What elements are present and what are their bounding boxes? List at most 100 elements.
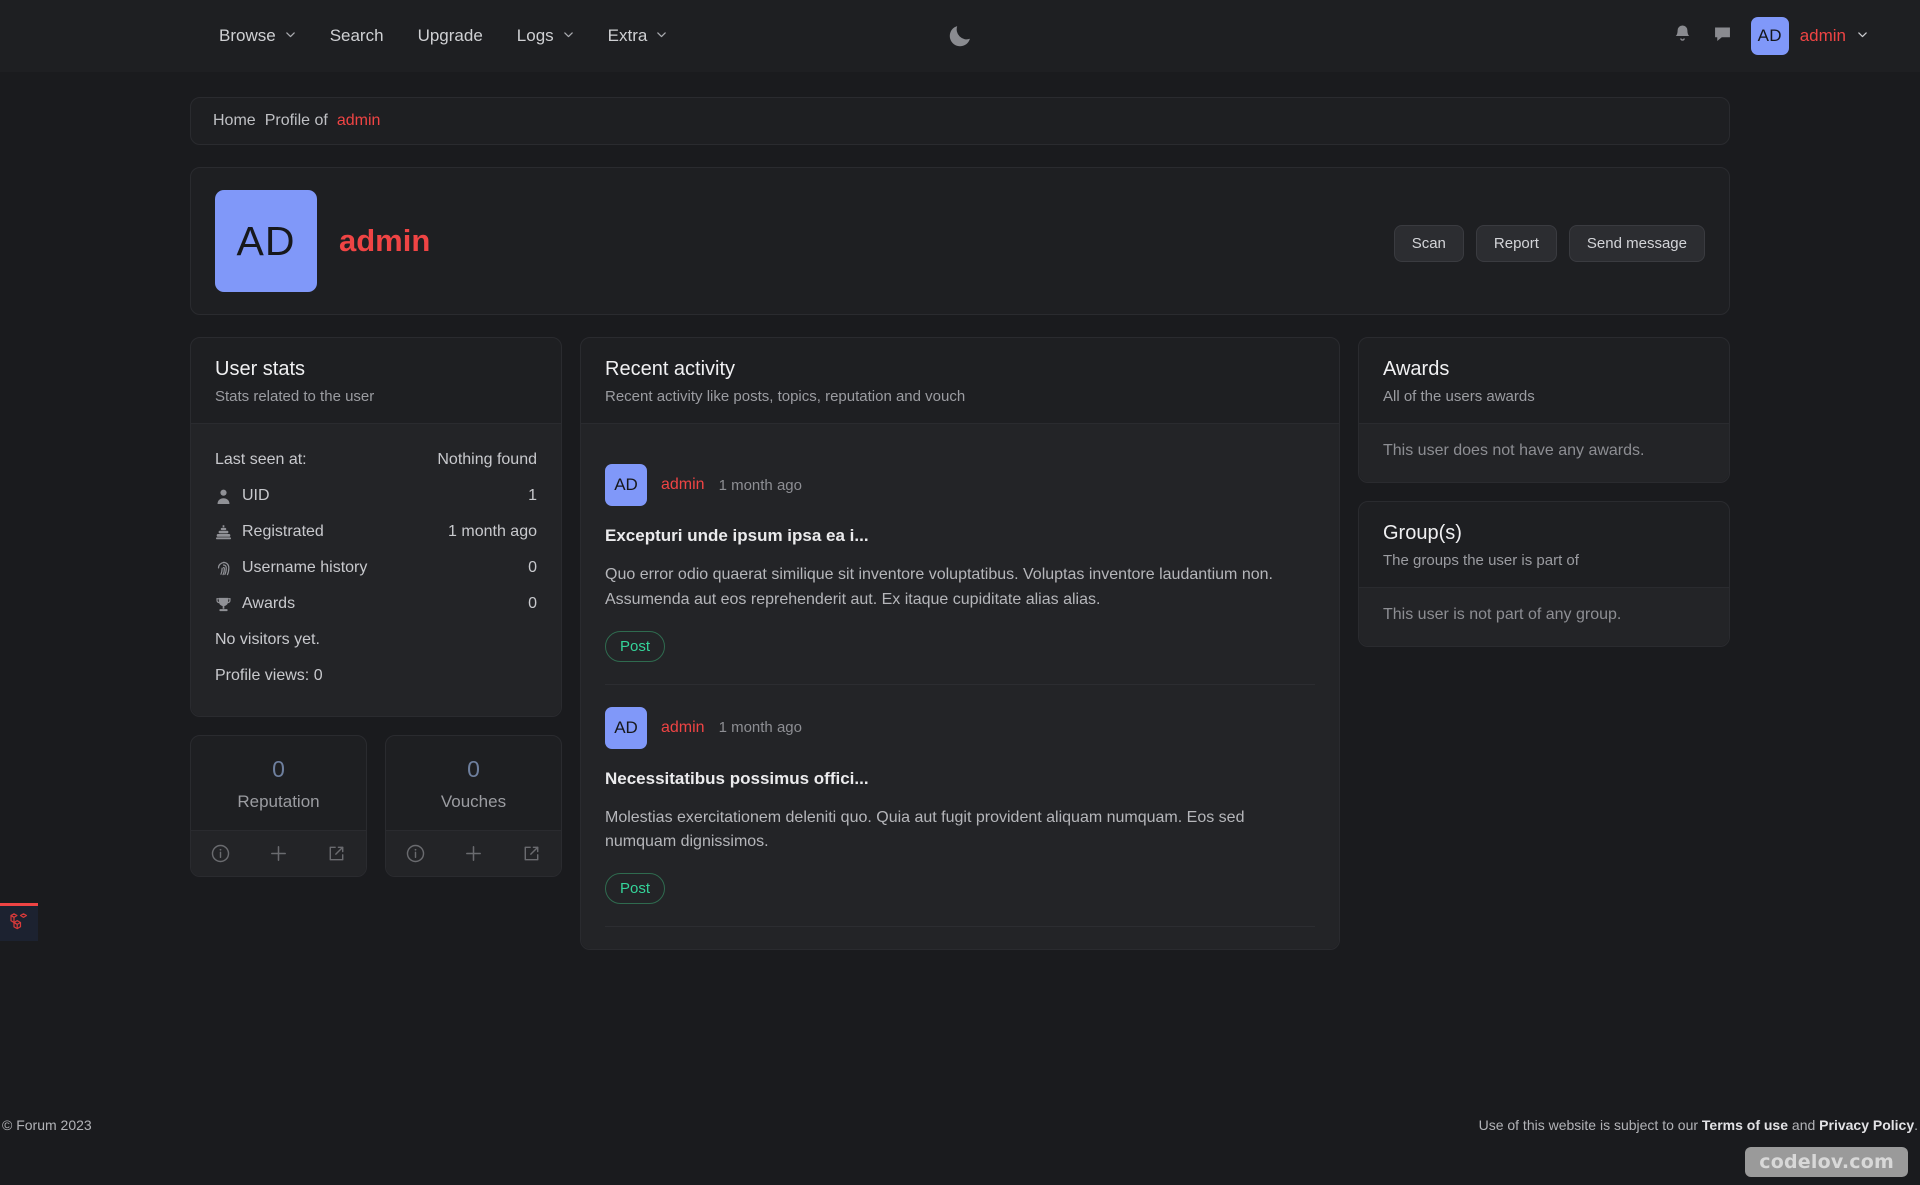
stat-value: 0 xyxy=(528,559,537,576)
activity-username[interactable]: admin xyxy=(661,476,705,494)
legal-join: and xyxy=(1788,1117,1820,1133)
external-link-icon[interactable] xyxy=(326,843,347,864)
stat-label-wrap: Registrated xyxy=(215,523,324,541)
card-subtitle: All of the users awards xyxy=(1383,388,1535,405)
nav-item-browse[interactable]: Browse xyxy=(205,18,310,54)
vouches-label: Vouches xyxy=(440,792,507,811)
primary-nav: Browse Search Upgrade Logs Extra xyxy=(205,18,681,54)
nav-item-logs[interactable]: Logs xyxy=(503,18,588,54)
legal-text: Use of this website is subject to our Te… xyxy=(1479,1117,1918,1133)
card-subtitle: The groups the user is part of xyxy=(1383,552,1579,569)
scan-button[interactable]: Scan xyxy=(1393,225,1464,262)
fingerprint-icon xyxy=(215,560,232,577)
breadcrumb-username[interactable]: admin xyxy=(337,112,381,130)
laravel-debugbar-toggle[interactable] xyxy=(0,903,38,941)
legal-prefix: Use of this website is subject to our xyxy=(1478,1117,1702,1133)
status-badge[interactable]: Post xyxy=(605,873,666,905)
top-navbar: Browse Search Upgrade Logs Extra AD admi… xyxy=(0,0,1920,72)
stat-label-wrap: Awards xyxy=(215,595,295,613)
notifications-button[interactable] xyxy=(1666,19,1700,53)
breadcrumb-current: Profile of xyxy=(264,112,328,129)
stat-label: UID xyxy=(242,487,270,504)
nav-item-label: Search xyxy=(329,26,384,45)
stat-label: Awards xyxy=(242,595,296,612)
activity-item: AD admin 1 month ago Necessitatibus poss… xyxy=(605,685,1315,928)
groups-header: Group(s) The groups the user is part of xyxy=(1359,502,1729,588)
nav-item-label: Logs xyxy=(516,26,554,45)
plus-icon[interactable] xyxy=(268,843,289,864)
stat-label: Registrated xyxy=(242,523,324,540)
moon-icon xyxy=(946,22,974,50)
info-icon[interactable] xyxy=(210,843,231,864)
stat-label: Last seen at: xyxy=(215,451,307,468)
external-link-icon[interactable] xyxy=(521,843,542,864)
divider xyxy=(605,926,1315,928)
stat-row-awards: Awards 0 xyxy=(215,586,537,622)
plus-icon[interactable] xyxy=(463,843,484,864)
profile-actions: Scan Report Send message xyxy=(1393,225,1705,262)
profile-avatar: AD xyxy=(215,190,317,292)
stat-row-uid: UID 1 xyxy=(215,478,537,514)
nav-item-search[interactable]: Search xyxy=(316,18,398,54)
stat-row-registrated: Registrated 1 month ago xyxy=(215,514,537,550)
stat-label: Username history xyxy=(242,559,368,576)
user-icon xyxy=(215,488,232,505)
trophy-icon xyxy=(215,596,232,613)
user-stats-header: User stats Stats related to the user xyxy=(191,338,561,424)
chat-bubble-icon xyxy=(1712,23,1733,49)
middle-column: Recent activity Recent activity like pos… xyxy=(580,337,1340,951)
stat-value: 1 xyxy=(528,487,537,504)
activity-timestamp: 1 month ago xyxy=(718,476,802,494)
reputation-value: 0 xyxy=(272,756,285,782)
stat-label-wrap: UID xyxy=(215,487,270,505)
groups-empty-text: This user is not part of any group. xyxy=(1383,606,1622,623)
nav-item-label: Browse xyxy=(219,26,276,45)
send-message-button[interactable]: Send message xyxy=(1568,225,1705,262)
nav-item-extra[interactable]: Extra xyxy=(594,18,682,54)
breadcrumb-home[interactable]: Home xyxy=(213,112,256,130)
avatar: AD xyxy=(1750,17,1789,55)
bell-icon xyxy=(1672,23,1693,49)
breadcrumb: Home Profile of admin xyxy=(190,97,1730,145)
user-menu-button[interactable]: AD admin xyxy=(1746,12,1880,60)
awards-header: Awards All of the users awards xyxy=(1359,338,1729,424)
vouches-value: 0 xyxy=(467,756,480,782)
activity-meta: AD admin 1 month ago xyxy=(605,464,1315,506)
activity-title[interactable]: Necessitatibus possimus offici... xyxy=(605,769,1315,789)
chevron-down-icon xyxy=(563,29,574,40)
reputation-actions xyxy=(191,830,366,876)
messages-button[interactable] xyxy=(1706,19,1740,53)
legal-suffix: . xyxy=(1914,1117,1918,1133)
chevron-down-icon xyxy=(1857,29,1868,40)
cake-icon xyxy=(215,524,232,541)
activity-excerpt: Molestias exercitationem deleniti quo. Q… xyxy=(605,808,1245,851)
info-icon[interactable] xyxy=(405,843,426,864)
visitors-text: No visitors yet. xyxy=(215,631,320,648)
awards-card: Awards All of the users awards This user… xyxy=(1358,337,1730,483)
card-title: Group(s) xyxy=(1383,522,1462,544)
page-title: admin xyxy=(339,223,431,258)
left-column: User stats Stats related to the user Las… xyxy=(190,337,562,877)
report-button[interactable]: Report xyxy=(1475,225,1557,262)
activity-excerpt: Quo error odio quaerat similique sit inv… xyxy=(605,566,1273,608)
terms-of-use-link[interactable]: Terms of use xyxy=(1702,1117,1788,1133)
awards-empty-text: This user does not have any awards. xyxy=(1383,442,1645,459)
activity-item: AD admin 1 month ago Excepturi unde ipsu… xyxy=(605,442,1315,685)
awards-body: This user does not have any awards. xyxy=(1359,424,1729,482)
privacy-policy-link[interactable]: Privacy Policy xyxy=(1819,1117,1914,1133)
stat-value: 0 xyxy=(528,595,537,612)
theme-toggle-button[interactable] xyxy=(946,22,974,50)
activity-title[interactable]: Excepturi unde ipsum ipsa ea i... xyxy=(605,526,1315,546)
vouches-top: 0 Vouches xyxy=(386,736,561,830)
status-badge[interactable]: Post xyxy=(605,630,666,662)
reputation-top: 0 Reputation xyxy=(191,736,366,830)
activity-username[interactable]: admin xyxy=(661,719,705,737)
nav-item-upgrade[interactable]: Upgrade xyxy=(404,18,497,54)
recent-activity-body: AD admin 1 month ago Excepturi unde ipsu… xyxy=(581,424,1339,950)
activity-timestamp: 1 month ago xyxy=(718,719,802,737)
laravel-logo-icon xyxy=(7,909,31,938)
stat-value: 1 month ago xyxy=(448,523,537,540)
stat-row-username-history: Username history 0 xyxy=(215,550,537,586)
card-subtitle: Recent activity like posts, topics, repu… xyxy=(605,388,966,405)
mini-stats: 0 Reputation 0 Vouches xyxy=(190,735,562,877)
